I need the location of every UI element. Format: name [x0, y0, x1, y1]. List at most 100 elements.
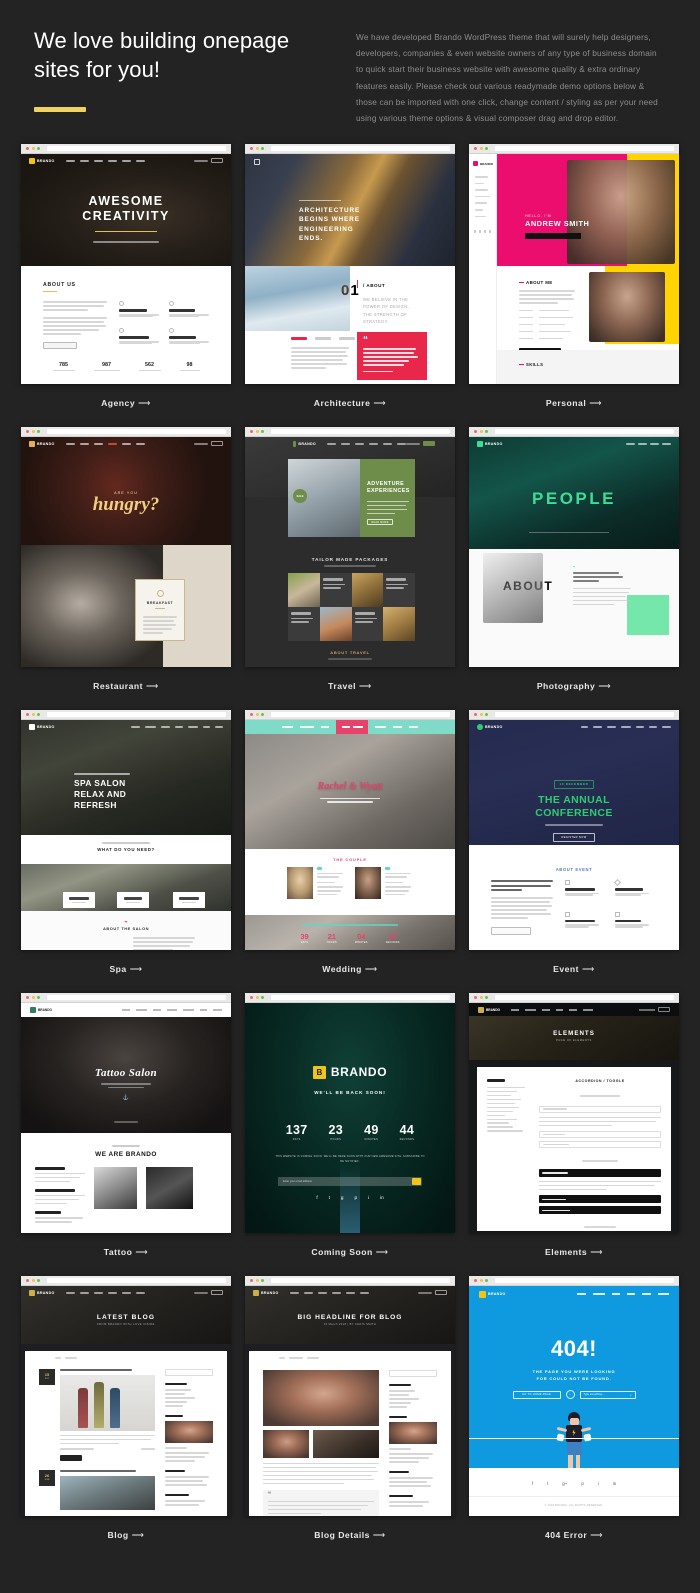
- demo-caption-wedding[interactable]: Wedding ⟶: [245, 950, 455, 981]
- service-card[interactable]: [173, 892, 205, 909]
- error-actions[interactable]: GO TO HOME PAGE • Type something... ⌕: [469, 1390, 679, 1400]
- demo-thumbnail-blog-details[interactable]: BRANDO BIG HEADLINE FOR BLOG 15 March 20…: [245, 1276, 455, 1517]
- nav-links[interactable]: [581, 725, 671, 728]
- demo-thumbnail-tattoo[interactable]: BRANDO Tattoo Salon ⚓ WE ARE BRANDO: [21, 993, 231, 1234]
- demo-thumbnail-coming-soon[interactable]: B BRANDO WE'LL BE BACK SOON! 137 DAYS 23 H…: [245, 993, 455, 1234]
- demo-caption-event[interactable]: Event ⟶: [469, 950, 679, 981]
- nav-cta-button[interactable]: [211, 1290, 223, 1296]
- nav-right[interactable]: [406, 441, 435, 447]
- toggle-item[interactable]: [539, 1195, 661, 1204]
- demo-caption-coming-soon[interactable]: Coming Soon ⟶: [245, 1233, 455, 1264]
- read-more-button[interactable]: [43, 341, 77, 349]
- instagram-icon[interactable]: i: [598, 1481, 599, 1486]
- demo-card-event[interactable]: BRANDO 10 DECEMBER THE ANNUAL CONFERENCE…: [469, 710, 679, 993]
- demo-card-restaurant[interactable]: BRANDO ARE YOU hungry? BREAKFAST Restaur…: [21, 427, 231, 710]
- pinterest-icon[interactable]: p: [354, 1195, 357, 1200]
- email-subscribe-field[interactable]: Enter your email address: [278, 1177, 422, 1187]
- search-input[interactable]: [389, 1369, 437, 1377]
- search-icon[interactable]: ⌕: [630, 1393, 632, 1397]
- sidebar-menu[interactable]: [469, 166, 496, 218]
- nav-cta-button[interactable]: [423, 441, 435, 447]
- demo-caption-agency[interactable]: Agency ⟶: [21, 384, 231, 415]
- nav-cta-button[interactable]: [211, 441, 223, 447]
- pinterest-icon[interactable]: p: [581, 1481, 583, 1486]
- search-input[interactable]: [165, 1368, 213, 1376]
- list-item[interactable]: 15 JULY: [39, 1368, 155, 1461]
- demo-thumbnail-blog[interactable]: BRANDO LATEST BLOG FROM BRANDO WITH LOVE…: [21, 1276, 231, 1517]
- accordion-item[interactable]: [539, 1131, 661, 1139]
- nav-cta-button[interactable]: [211, 158, 223, 164]
- demo-card-spa[interactable]: BRANDO SPA SALON RELAX AND REFRESH WHAT …: [21, 710, 231, 993]
- menu-icon[interactable]: [254, 159, 260, 166]
- service-card[interactable]: [63, 892, 95, 909]
- demo-caption-personal[interactable]: Personal ⟶: [469, 384, 679, 415]
- nav-links[interactable]: [289, 1291, 369, 1294]
- demo-card-photography[interactable]: BRANDO PEOPLE ABOUT “ Photography ⟶: [469, 427, 679, 710]
- google-plus-icon[interactable]: g+: [562, 1481, 567, 1486]
- demo-thumbnail-architecture[interactable]: ARCHITECTURE BEGINS WHERE ENGINEERING EN…: [245, 144, 455, 385]
- gallery-image[interactable]: [94, 1167, 137, 1210]
- toggle-item[interactable]: [539, 1206, 661, 1215]
- demo-thumbnail-event[interactable]: BRANDO 10 DECEMBER THE ANNUAL CONFERENCE…: [469, 710, 679, 951]
- search-input[interactable]: Type something... ⌕: [579, 1390, 636, 1399]
- nav-links[interactable]: [626, 442, 671, 445]
- demo-thumbnail-spa[interactable]: BRANDO SPA SALON RELAX AND REFRESH WHAT …: [21, 710, 231, 951]
- demo-thumbnail-travel[interactable]: BRANDO ADVENTURE EXPERIENCES READ MORE S…: [245, 427, 455, 668]
- breadcrumb[interactable]: [249, 1351, 451, 1359]
- demo-card-personal[interactable]: BRANDO HELLO, I'M ANDREW SMITH ABOUT ME …: [469, 144, 679, 427]
- nav-links[interactable]: [131, 725, 223, 728]
- gallery-image[interactable]: [146, 1167, 193, 1210]
- demo-thumbnail-elements[interactable]: BRANDO ELEMENTS PAGE OF ELEMENTS ACCORDI…: [469, 993, 679, 1234]
- demo-thumbnail-wedding[interactable]: Rachel & Wyatt THE COUPLE 39 DAYS 21 HOU…: [245, 710, 455, 951]
- tab-links[interactable]: [291, 337, 355, 340]
- demo-thumbnail-personal[interactable]: BRANDO HELLO, I'M ANDREW SMITH ABOUT ME …: [469, 144, 679, 385]
- nav-cta-button[interactable]: [435, 1290, 447, 1296]
- facebook-icon[interactable]: f: [316, 1195, 317, 1200]
- nav-cta-button[interactable]: [658, 1007, 670, 1013]
- nav-links[interactable]: [65, 442, 145, 445]
- nav-links[interactable]: [65, 159, 145, 162]
- demo-card-agency[interactable]: BRANDO AWESOME CREATIVITY ABOUT US 785 9…: [21, 144, 231, 427]
- list-item[interactable]: 26 JUNE: [39, 1469, 155, 1510]
- demo-card-architecture[interactable]: ARCHITECTURE BEGINS WHERE ENGINEERING EN…: [245, 144, 455, 427]
- demo-card-coming-soon[interactable]: B BRANDO WE'LL BE BACK SOON! 137 DAYS 23 H…: [245, 993, 455, 1276]
- nav-right[interactable]: [194, 1290, 223, 1296]
- nav-links[interactable]: [327, 442, 406, 445]
- demo-thumbnail-404-error[interactable]: BRANDO 404! THE PAGE YOU WERE LOOKING FO…: [469, 1276, 679, 1517]
- social-links[interactable]: f t g+ p i in: [469, 1468, 679, 1486]
- demo-card-blog-details[interactable]: BRANDO BIG HEADLINE FOR BLOG 15 March 20…: [245, 1276, 455, 1559]
- twitter-icon[interactable]: t: [329, 1195, 330, 1200]
- demo-thumbnail-restaurant[interactable]: BRANDO ARE YOU hungry? BREAKFAST: [21, 427, 231, 668]
- demo-caption-elements[interactable]: Elements ⟶: [469, 1233, 679, 1264]
- demo-caption-404-error[interactable]: 404 Error ⟶: [469, 1516, 679, 1547]
- read-more-button[interactable]: READ MORE: [367, 519, 393, 526]
- demo-card-elements[interactable]: BRANDO ELEMENTS PAGE OF ELEMENTS ACCORDI…: [469, 993, 679, 1276]
- linkedin-icon[interactable]: in: [613, 1481, 616, 1486]
- demo-card-travel[interactable]: BRANDO ADVENTURE EXPERIENCES READ MORE S…: [245, 427, 455, 710]
- service-card[interactable]: [117, 892, 149, 909]
- demo-caption-architecture[interactable]: Architecture ⟶: [245, 384, 455, 415]
- twitter-icon[interactable]: t: [547, 1481, 548, 1486]
- register-button[interactable]: REGISTER NOW: [553, 832, 595, 842]
- nav-links[interactable]: [511, 1008, 593, 1011]
- breadcrumb[interactable]: [25, 1351, 227, 1359]
- social-links[interactable]: f t g p i in: [245, 1195, 455, 1200]
- demo-caption-tattoo[interactable]: Tattoo ⟶: [21, 1233, 231, 1264]
- demo-card-tattoo[interactable]: BRANDO Tattoo Salon ⚓ WE ARE BRANDO Tatt…: [21, 993, 231, 1276]
- sidebar-socials[interactable]: [469, 222, 496, 234]
- demo-thumbnail-agency[interactable]: BRANDO AWESOME CREATIVITY ABOUT US 785 9…: [21, 144, 231, 385]
- demo-caption-travel[interactable]: Travel ⟶: [245, 667, 455, 698]
- linkedin-icon[interactable]: in: [380, 1195, 384, 1200]
- demo-caption-photography[interactable]: Photography ⟶: [469, 667, 679, 698]
- nav-links[interactable]: [577, 1293, 669, 1296]
- accordion-item[interactable]: [539, 1141, 661, 1149]
- nav-right[interactable]: [194, 441, 223, 447]
- elements-sidebar[interactable]: [487, 1079, 527, 1233]
- demo-thumbnail-photography[interactable]: BRANDO PEOPLE ABOUT “: [469, 427, 679, 668]
- nav-right[interactable]: [639, 1007, 670, 1013]
- instagram-icon[interactable]: i: [368, 1195, 369, 1200]
- demo-caption-blog[interactable]: Blog ⟶: [21, 1516, 231, 1547]
- accordion-item[interactable]: [539, 1105, 661, 1113]
- packages-grid[interactable]: [288, 573, 415, 642]
- nav-links[interactable]: [122, 1009, 222, 1012]
